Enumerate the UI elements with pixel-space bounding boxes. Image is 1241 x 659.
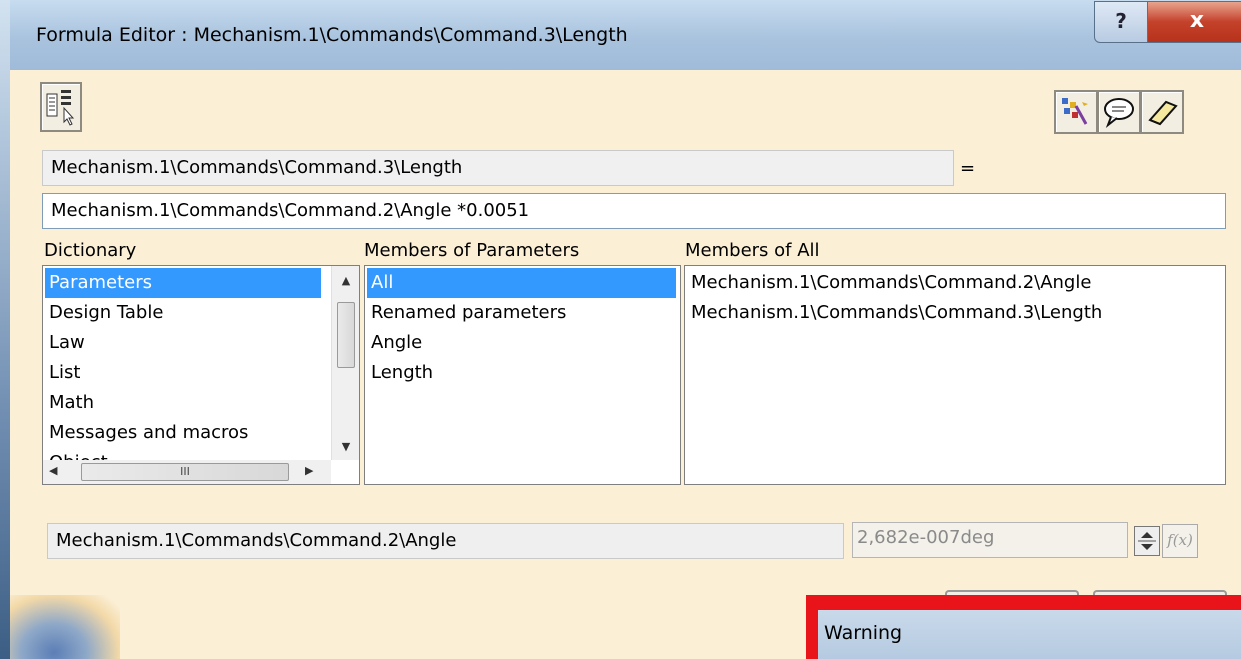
members-of-parameters-list[interactable]: All Renamed parameters Angle Length <box>364 265 681 485</box>
formula-editor-window: Formula Editor : Mechanism.1\Commands\Co… <box>0 0 1241 659</box>
warning-title: Warning <box>824 622 903 644</box>
object-browser-icon <box>1062 98 1088 125</box>
eraser-button[interactable] <box>1140 90 1184 134</box>
dialog-client: Mechanism.1\Commands\Command.3\Length = … <box>10 70 1241 659</box>
scroll-up-arrow-icon[interactable]: ▲ <box>332 274 359 287</box>
hscroll-grip: III <box>180 465 190 478</box>
help-button[interactable]: ? <box>1094 1 1148 43</box>
window-left-edge <box>0 0 10 659</box>
fx-icon: f(x) <box>1167 531 1193 549</box>
object-browser-button[interactable] <box>1054 90 1098 134</box>
scroll-left-arrow-icon[interactable]: ◀ <box>49 464 57 477</box>
member-item-renamed-parameters[interactable]: Renamed parameters <box>367 298 676 328</box>
dictionary-item-math[interactable]: Math <box>45 388 321 418</box>
close-button[interactable]: x <box>1147 1 1241 43</box>
window-title: Formula Editor : Mechanism.1\Commands\Co… <box>36 24 628 46</box>
scroll-right-arrow-icon[interactable]: ▶ <box>305 464 313 477</box>
members-of-all-label: Members of All <box>685 240 820 261</box>
members-of-parameters-label: Members of Parameters <box>364 240 580 261</box>
incremental-mode-icon <box>46 90 75 126</box>
dictionary-label: Dictionary <box>44 240 137 261</box>
spinner-arrows-icon <box>1138 532 1156 550</box>
member-item-length[interactable]: Length <box>367 358 676 388</box>
dictionary-list[interactable]: Parameters Design Table Law List Math Me… <box>42 265 360 485</box>
dictionary-item-law[interactable]: Law <box>45 328 321 358</box>
all-member-item-length[interactable]: Mechanism.1\Commands\Command.3\Length <box>687 298 1223 328</box>
catia-logo <box>10 595 120 659</box>
dictionary-item-design-table[interactable]: Design Table <box>45 298 321 328</box>
equals-sign: = <box>960 158 976 179</box>
selected-member-field: Mechanism.1\Commands\Command.2\Angle <box>47 523 844 559</box>
hscroll-thumb[interactable]: III <box>81 463 289 481</box>
warning-dialog-highlight: Warning <box>806 595 1241 659</box>
dictionary-vertical-scrollbar[interactable]: ▲ ▼ <box>331 266 359 460</box>
scroll-thumb[interactable] <box>337 302 355 368</box>
member-item-angle[interactable]: Angle <box>367 328 676 358</box>
dictionary-item-parameters[interactable]: Parameters <box>45 268 321 298</box>
incremental-mode-button[interactable] <box>40 82 82 132</box>
dictionary-horizontal-scrollbar[interactable]: ◀ III ▶ <box>43 460 331 484</box>
member-item-all[interactable]: All <box>367 268 676 298</box>
value-field: 2,682e-007deg <box>852 522 1128 558</box>
value-spinner[interactable] <box>1134 526 1160 556</box>
members-of-all-list[interactable]: Mechanism.1\Commands\Command.2\Angle Mec… <box>684 265 1226 485</box>
formula-expression-input[interactable]: Mechanism.1\Commands\Command.2\Angle *0.… <box>42 193 1226 229</box>
scroll-down-arrow-icon[interactable]: ▼ <box>332 440 359 453</box>
dictionary-item-messages-and-macros[interactable]: Messages and macros <box>45 418 321 448</box>
all-member-item-angle[interactable]: Mechanism.1\Commands\Command.2\Angle <box>687 268 1223 298</box>
comment-icon <box>1104 98 1134 128</box>
target-parameter-field: Mechanism.1\Commands\Command.3\Length <box>42 150 954 186</box>
eraser-icon <box>1148 100 1178 126</box>
fx-button[interactable]: f(x) <box>1162 524 1198 558</box>
warning-dialog-titlebar[interactable]: Warning <box>818 610 1241 659</box>
title-bar[interactable]: Formula Editor : Mechanism.1\Commands\Co… <box>10 0 1241 71</box>
dictionary-item-list[interactable]: List <box>45 358 321 388</box>
comment-button[interactable] <box>1097 90 1141 134</box>
